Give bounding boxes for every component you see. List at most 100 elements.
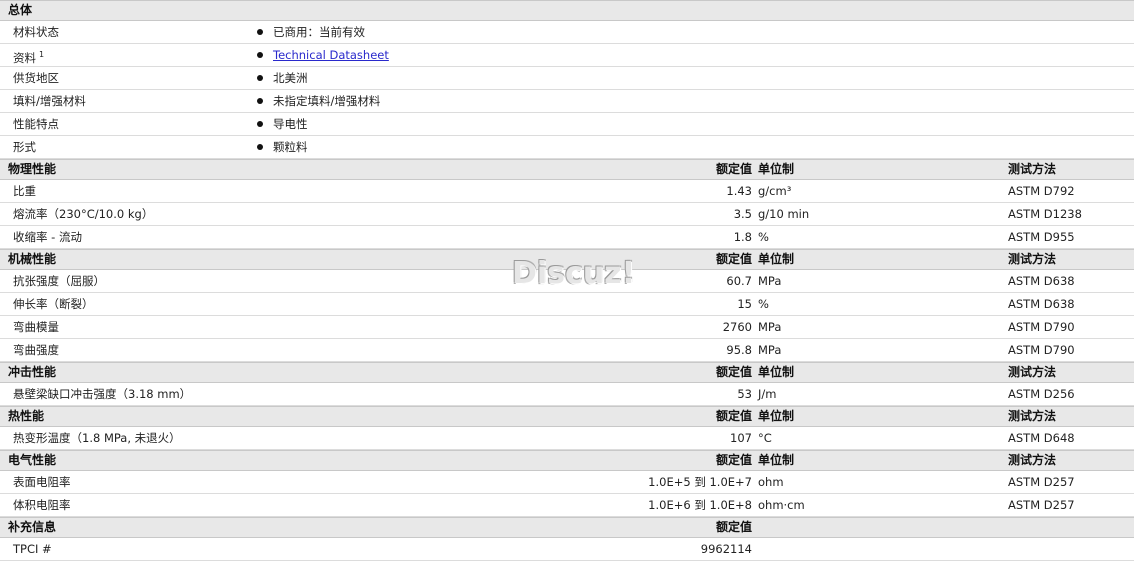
section-title: 电气性能 — [8, 453, 57, 467]
property-row: 悬壁梁缺口冲击强度（3.18 mm） 53 J/m ASTM D256 — [0, 383, 1134, 406]
column-label-value: 额定值 — [715, 162, 752, 176]
property-name: 熔流率（230°C/10.0 kg） — [13, 207, 154, 221]
section-title: 补充信息 — [8, 520, 57, 534]
property-unit: ohm — [758, 475, 784, 489]
general-row: 材料状态 已商用：当前有效 — [0, 21, 1134, 44]
property-row: 比重 1.43 g/cm³ ASTM D792 — [0, 180, 1134, 203]
test-method: ASTM D792 — [1008, 184, 1075, 198]
property-name: 弯曲强度 — [13, 343, 59, 357]
property-unit: MPa — [758, 343, 782, 357]
footnote-marker: 1 — [39, 50, 45, 59]
test-method: ASTM D638 — [1008, 274, 1075, 288]
property-value: 95.8 — [726, 343, 752, 357]
section-header-general: 总体 — [0, 0, 1134, 21]
test-method: ASTM D638 — [1008, 297, 1075, 311]
property-value: 53 — [737, 387, 752, 401]
property-name: 悬壁梁缺口冲击强度（3.18 mm） — [13, 387, 192, 401]
property-unit: % — [758, 230, 769, 244]
property-name: 比重 — [13, 184, 36, 198]
column-label-unit: 单位制 — [758, 252, 795, 266]
bullet-icon — [257, 113, 263, 135]
general-row: 填料/增强材料 未指定填料/增强材料 — [0, 90, 1134, 113]
general-row: 性能特点 导电性 — [0, 113, 1134, 136]
test-method: ASTM D955 — [1008, 230, 1075, 244]
property-unit: MPa — [758, 274, 782, 288]
test-method: ASTM D256 — [1008, 387, 1075, 401]
property-value: 颗粒料 — [273, 140, 308, 154]
property-name: 体积电阻率 — [13, 498, 71, 512]
property-name: 伸长率（断裂） — [13, 297, 94, 311]
property-row: 收缩率 - 流动 1.8% ASTM D955 — [0, 226, 1134, 249]
property-name: 热变形温度（1.8 MPa, 未退火） — [13, 431, 181, 445]
property-row: 表面电阻率 1.0E+5 到 1.0E+7 ohm ASTM D257 — [0, 471, 1134, 494]
property-value: 9962114 — [700, 542, 752, 556]
property-name: 性能特点 — [13, 117, 59, 131]
column-label-unit: 单位制 — [758, 162, 795, 176]
column-label-method: 测试方法 — [1008, 252, 1057, 266]
property-name: TPCI # — [13, 542, 52, 556]
property-name: 形式 — [13, 140, 36, 154]
property-value: 107 — [730, 431, 752, 445]
property-name: 弯曲模量 — [13, 320, 59, 334]
bullet-icon — [257, 44, 263, 66]
test-method: ASTM D257 — [1008, 498, 1075, 512]
property-name: 填料/增强材料 — [13, 94, 86, 108]
column-label-method: 测试方法 — [1008, 162, 1057, 176]
section-title: 热性能 — [8, 409, 45, 423]
column-label-unit: 单位制 — [758, 409, 795, 423]
property-row: 弯曲模量 2760 MPa ASTM D790 — [0, 316, 1134, 339]
property-value: 2760 — [722, 320, 752, 334]
property-value: 1.0E+5 到 1.0E+7 — [648, 475, 752, 489]
property-unit: MPa — [758, 320, 782, 334]
section-header: 热性能 额定值 单位制 测试方法 — [0, 406, 1134, 427]
section-header: 电气性能 额定值 单位制 测试方法 — [0, 450, 1134, 471]
column-label-value: 额定值 — [715, 409, 752, 423]
column-label-value: 额定值 — [715, 453, 752, 467]
property-unit: % — [758, 297, 769, 311]
test-method: ASTM D790 — [1008, 343, 1075, 357]
property-name: 材料状态 — [13, 25, 59, 39]
property-name: 收缩率 - 流动 — [13, 230, 82, 244]
technical-datasheet-link[interactable]: Technical Datasheet — [273, 44, 389, 66]
column-label-unit: 单位制 — [758, 453, 795, 467]
test-method: ASTM D648 — [1008, 431, 1075, 445]
test-method: ASTM D1238 — [1008, 207, 1082, 221]
column-label-method: 测试方法 — [1008, 453, 1057, 467]
property-unit: °C — [758, 431, 772, 445]
section-header: 物理性能 额定值 单位制 测试方法 — [0, 159, 1134, 180]
property-name: 表面电阻率 — [13, 475, 71, 489]
property-row: 熔流率（230°C/10.0 kg） 3.5 g/10 min ASTM D1238 — [0, 203, 1134, 226]
section-header: 冲击性能 额定值 单位制 测试方法 — [0, 362, 1134, 383]
property-name: 资料 1 — [13, 44, 44, 69]
property-row: 体积电阻率 1.0E+6 到 1.0E+8 ohm·cm ASTM D257 — [0, 494, 1134, 517]
column-label-method: 测试方法 — [1008, 409, 1057, 423]
property-value: 1.8 — [733, 230, 752, 244]
watermark-logo: Discuz! — [512, 256, 636, 291]
property-row: 伸长率（断裂） 15% ASTM D638 — [0, 293, 1134, 316]
property-row: TPCI # 9962114 — [0, 538, 1134, 561]
property-value: 60.7 — [726, 274, 752, 288]
property-value: 未指定填料/增强材料 — [273, 94, 381, 108]
column-label-unit: 单位制 — [758, 365, 795, 379]
column-label-value: 额定值 — [715, 520, 752, 534]
property-name: 抗张强度（屈服） — [13, 274, 105, 288]
property-value: 15 — [737, 297, 752, 311]
property-value: 导电性 — [273, 117, 308, 131]
bullet-icon — [257, 90, 263, 112]
property-unit: ohm·cm — [758, 498, 805, 512]
section-header: 补充信息 额定值 — [0, 517, 1134, 538]
section-title: 物理性能 — [8, 162, 57, 176]
section-title: 机械性能 — [8, 252, 57, 266]
property-value: 3.5 — [733, 207, 752, 221]
property-row: 弯曲强度 95.8 MPa ASTM D790 — [0, 339, 1134, 362]
bullet-icon — [257, 136, 263, 158]
property-row: 热变形温度（1.8 MPa, 未退火） 107 °C ASTM D648 — [0, 427, 1134, 450]
column-label-method: 测试方法 — [1008, 365, 1057, 379]
bullet-icon — [257, 67, 263, 89]
property-value: 1.43 — [726, 184, 752, 198]
column-label-value: 额定值 — [715, 252, 752, 266]
section-title: 冲击性能 — [8, 365, 57, 379]
property-name: 供货地区 — [13, 71, 59, 85]
test-method: ASTM D257 — [1008, 475, 1075, 489]
bullet-icon — [257, 21, 263, 43]
